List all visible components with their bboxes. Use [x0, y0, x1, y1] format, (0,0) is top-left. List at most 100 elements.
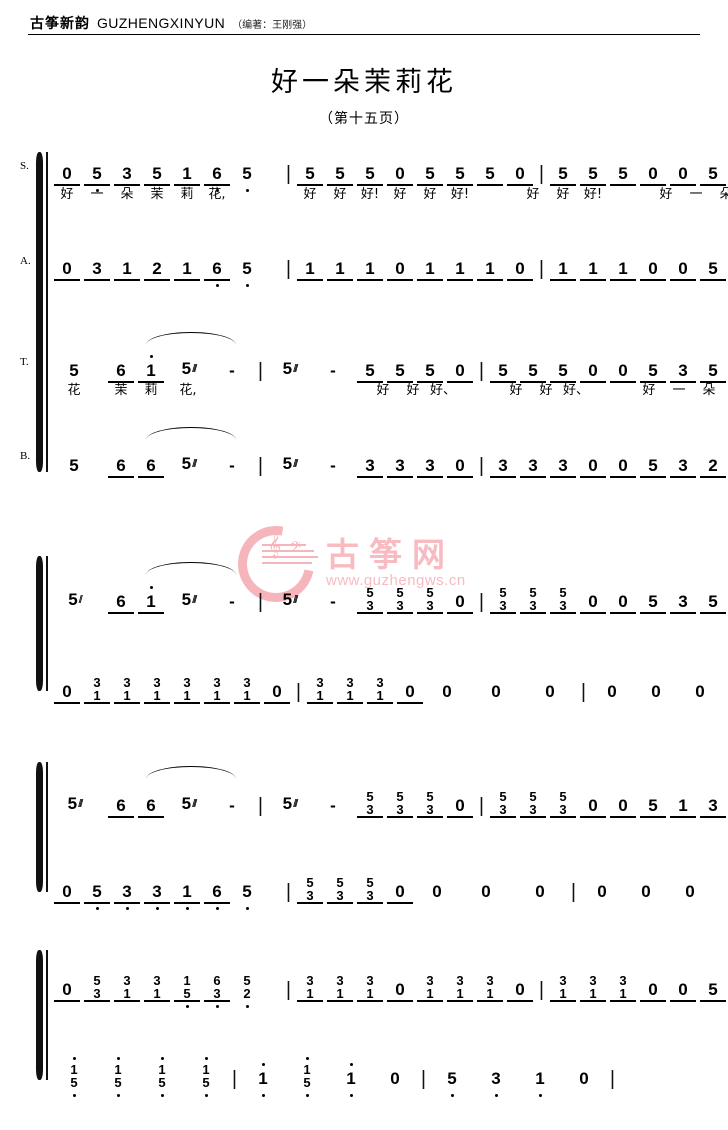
note: 5///: [67, 794, 84, 813]
chord-note: 53: [325, 876, 355, 904]
note: 0: [607, 682, 617, 701]
note: 1: [578, 259, 608, 281]
note: 3: [668, 592, 698, 614]
note: 5: [430, 1069, 474, 1097]
system-brace-zheng-1-thin: [46, 556, 48, 691]
note: 0: [651, 682, 661, 701]
lyric: 莉: [180, 186, 194, 202]
note: 0: [722, 682, 728, 702]
note: 1: [241, 1063, 285, 1097]
note: 5//: [68, 590, 83, 609]
note: 1: [172, 882, 202, 910]
note: 3: [488, 456, 518, 478]
lyric: 好: [376, 382, 390, 398]
chord-note: 31: [112, 974, 142, 1002]
note: 6: [106, 456, 136, 478]
staff-soprano-notes: 0 5 3 5 1 6 5 | 5 5 5 0 5 5 5 0 | 5 5 5 …: [52, 150, 728, 192]
barline: |: [285, 258, 292, 280]
note: 3: [415, 456, 445, 478]
barline: |: [285, 163, 292, 185]
staff-soprano-lyrics: 好 一 朵 茉 莉 花, 好 好 好! 好 好 好! 好 好 好! 好 一 朵 …: [52, 182, 728, 202]
lyric: 一: [672, 382, 686, 398]
barline: |: [285, 881, 292, 903]
chord-note: 31: [475, 974, 505, 1002]
chord-note: 15: [172, 974, 202, 1008]
system-brace-zheng-3: [36, 950, 43, 1080]
staff-zheng1-upper: 5// 6 1 5/// - | 5/// - 53 53 53 0 | 53 …: [52, 578, 728, 614]
note: 5: [475, 164, 505, 186]
note: 0: [52, 682, 82, 704]
note: 1: [325, 259, 355, 281]
staff-zheng3-upper: 0 53 31 31 15 63 52 | 31 31 31 0 31 31 3…: [52, 966, 728, 1008]
chord-note: 31: [142, 676, 172, 704]
note: -: [229, 592, 235, 611]
chord-note: 53: [355, 586, 385, 614]
tie-tenor: [146, 332, 236, 345]
note: 6: [202, 259, 232, 287]
series-title-en: GUZHENGXINYUN: [97, 15, 226, 31]
note: 5: [445, 164, 475, 186]
note: 5: [698, 259, 728, 281]
note: 2: [142, 259, 172, 281]
note: 3: [548, 456, 578, 478]
note: 0: [385, 259, 415, 281]
lyric: 茉: [724, 379, 728, 398]
note: 5: [638, 592, 668, 614]
lyric: 好!: [583, 186, 603, 202]
note: -: [229, 456, 235, 475]
barline: |: [420, 1068, 427, 1090]
note: 3: [355, 456, 385, 478]
note: 1: [172, 164, 202, 186]
lyric: 好: [60, 186, 74, 202]
series-title-cn: 古筝新韵: [30, 16, 90, 32]
barline: |: [580, 681, 587, 703]
lyric: 好: [556, 186, 570, 202]
staff-alto-notes: 0 3 1 2 1 6 5 | 1 1 1 0 1 1 1 0 | 1 1 1 …: [52, 245, 728, 287]
note: 0: [608, 796, 638, 818]
tie-zheng1: [146, 562, 236, 575]
barline: |: [478, 591, 485, 613]
note: 5: [232, 164, 262, 192]
note: 0: [608, 456, 638, 478]
chord-note: 53: [355, 876, 385, 904]
bass-clef-icon: 𝄢: [290, 539, 301, 558]
chord-note: 31: [335, 676, 365, 704]
note: 0: [578, 592, 608, 614]
lyric: 好: [642, 382, 656, 398]
lyric: 花: [67, 382, 81, 398]
chord-note: 15: [140, 1057, 184, 1097]
note: 5: [578, 164, 608, 186]
chord-note: 31: [232, 676, 262, 704]
note: 0: [695, 682, 705, 701]
chord-note: 31: [305, 676, 335, 704]
editor-credit: （编著：王刚强）: [232, 20, 313, 31]
page-subtitle: （第十五页）: [319, 111, 409, 127]
header-divider: [28, 34, 700, 35]
system-brace-zheng-3-thin: [46, 950, 48, 1080]
staff-zheng1-lower: 0 31 31 31 31 31 31 0 | 31 31 31 0 0 0 0…: [52, 668, 728, 704]
lyric: 好: [659, 186, 673, 202]
staff-zheng3-lower: 15 15 15 15 | 1 15 1 0 | 5 3 1 0 |: [52, 1055, 619, 1097]
note: 0: [638, 259, 668, 281]
lyric: 好: [539, 382, 553, 398]
page-title: 好一朵茉莉花: [271, 67, 457, 98]
note: 0: [608, 592, 638, 614]
lyric: 朵: [702, 382, 716, 398]
chord-note: 31: [295, 974, 325, 1002]
note: 0: [390, 1069, 400, 1088]
lyric: 茉: [150, 186, 164, 202]
barline: |: [257, 455, 264, 477]
note: 1: [415, 259, 445, 281]
note: 5///: [181, 794, 198, 813]
lyric: 好、: [562, 382, 589, 398]
note: 3: [518, 456, 548, 478]
note: 0: [668, 259, 698, 281]
note: 1: [295, 259, 325, 281]
note: 5: [638, 456, 668, 478]
note: 0: [262, 682, 292, 704]
barline: |: [257, 795, 264, 817]
note: 3: [385, 456, 415, 478]
note: 5: [82, 164, 112, 192]
chord-note: 15: [96, 1057, 140, 1097]
chord-note: 31: [325, 974, 355, 1002]
